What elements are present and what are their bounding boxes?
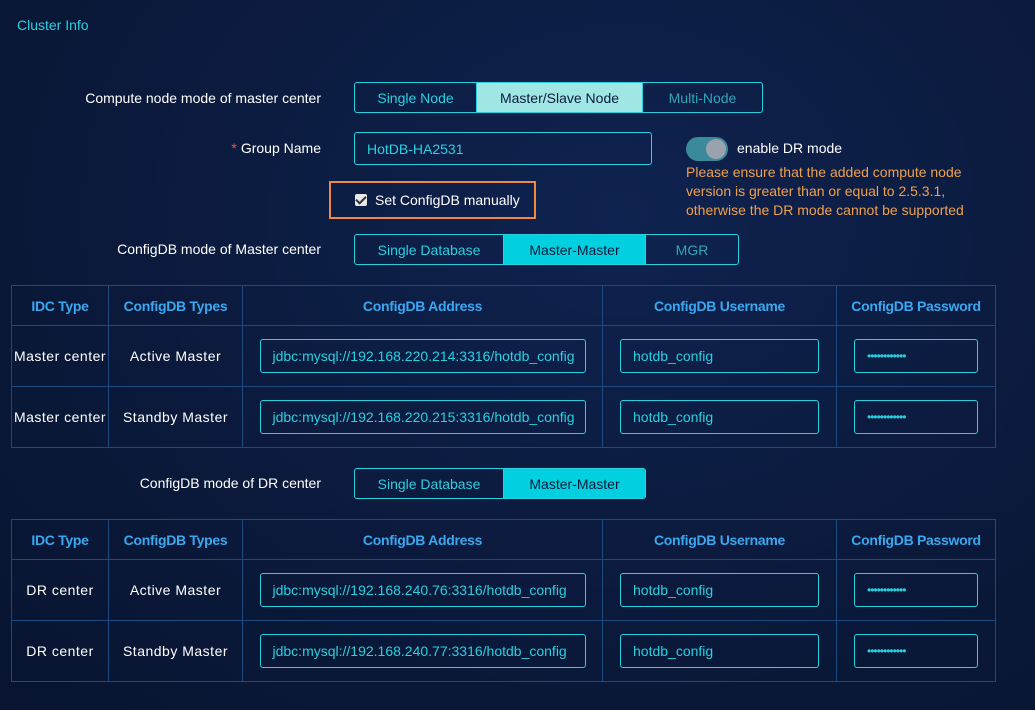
username-cell: hotdb_config <box>602 559 837 621</box>
configdb-password-input[interactable]: •••••••••••• <box>854 634 978 668</box>
compute-mode-single-node[interactable]: Single Node <box>355 83 477 112</box>
password-cell: •••••••••••• <box>836 620 996 682</box>
dr-configdb-single-database[interactable]: Single Database <box>355 469 504 498</box>
header-idc-type: IDC Type <box>11 285 109 326</box>
header-configdb-types: ConfigDB Types <box>108 285 243 326</box>
dr-mode-toggle[interactable] <box>686 137 728 161</box>
configdb-type-cell: Standby Master <box>108 620 243 682</box>
dr-configdb-table: IDC Type ConfigDB Types ConfigDB Address… <box>11 519 996 682</box>
configdb-username-input[interactable]: hotdb_config <box>620 573 819 607</box>
master-configdb-mode-label: ConfigDB mode of Master center <box>117 241 321 257</box>
master-configdb-table: IDC Type ConfigDB Types ConfigDB Address… <box>11 285 996 448</box>
header-configdb-address: ConfigDB Address <box>242 519 603 560</box>
header-configdb-password: ConfigDB Password <box>836 519 996 560</box>
configdb-address-input[interactable]: jdbc:mysql://192.168.220.214:3316/hotdb_… <box>259 339 586 373</box>
set-configdb-label: Set ConfigDB manually <box>375 192 520 208</box>
dr-mode-warning: Please ensure that the added compute nod… <box>686 164 964 218</box>
set-configdb-checkbox[interactable] <box>355 194 367 206</box>
header-configdb-address: ConfigDB Address <box>242 285 603 326</box>
table-header-row: IDC Type ConfigDB Types ConfigDB Address… <box>11 285 996 326</box>
username-cell: hotdb_config <box>602 386 837 448</box>
password-cell: •••••••••••• <box>836 386 996 448</box>
dr-configdb-master-master[interactable]: Master-Master <box>504 469 645 498</box>
master-configdb-single-database[interactable]: Single Database <box>355 235 504 264</box>
header-idc-type: IDC Type <box>11 519 109 560</box>
compute-mode-selector: Single Node Master/Slave Node Multi-Node <box>354 82 763 113</box>
configdb-type-cell: Active Master <box>108 559 243 621</box>
header-configdb-password: ConfigDB Password <box>836 285 996 326</box>
toggle-knob <box>706 139 726 159</box>
master-configdb-mgr[interactable]: MGR <box>646 235 738 264</box>
address-cell: jdbc:mysql://192.168.220.215:3316/hotdb_… <box>242 386 603 448</box>
configdb-address-input[interactable]: jdbc:mysql://192.168.240.77:3316/hotdb_c… <box>259 634 586 668</box>
configdb-address-input[interactable]: jdbc:mysql://192.168.220.215:3316/hotdb_… <box>259 400 586 434</box>
password-cell: •••••••••••• <box>836 325 996 387</box>
password-cell: •••••••••••• <box>836 559 996 621</box>
configdb-password-input[interactable]: •••••••••••• <box>854 339 978 373</box>
table-header-row: IDC Type ConfigDB Types ConfigDB Address… <box>11 519 996 560</box>
configdb-password-input[interactable]: •••••••••••• <box>854 573 978 607</box>
compute-mode-master-slave[interactable]: Master/Slave Node <box>477 83 643 112</box>
address-cell: jdbc:mysql://192.168.220.214:3316/hotdb_… <box>242 325 603 387</box>
section-title: Cluster Info <box>17 17 89 33</box>
master-configdb-mode-selector: Single Database Master-Master MGR <box>354 234 739 265</box>
configdb-username-input[interactable]: hotdb_config <box>620 339 819 373</box>
configdb-username-input[interactable]: hotdb_config <box>620 634 819 668</box>
header-configdb-types: ConfigDB Types <box>108 519 243 560</box>
group-name-label-text: Group Name <box>240 140 321 156</box>
table-row: DR center Active Master jdbc:mysql://192… <box>11 559 996 621</box>
master-configdb-master-master[interactable]: Master-Master <box>504 235 646 264</box>
header-configdb-username: ConfigDB Username <box>602 519 837 560</box>
group-name-input[interactable]: HotDB-HA2531 <box>354 132 652 165</box>
dr-mode-label: enable DR mode <box>737 140 843 156</box>
table-row: DR center Standby Master jdbc:mysql://19… <box>11 620 996 682</box>
compute-mode-multi-node[interactable]: Multi-Node <box>643 83 762 112</box>
configdb-password-input[interactable]: •••••••••••• <box>854 400 978 434</box>
required-mark: * <box>231 140 237 156</box>
configdb-address-input[interactable]: jdbc:mysql://192.168.240.76:3316/hotdb_c… <box>259 573 586 607</box>
dr-configdb-mode-label: ConfigDB mode of DR center <box>139 475 321 491</box>
configdb-type-cell: Standby Master <box>108 386 243 448</box>
group-name-label: * Group Name <box>100 140 321 156</box>
username-cell: hotdb_config <box>602 325 837 387</box>
set-configdb-highlight: Set ConfigDB manually <box>329 181 536 219</box>
configdb-username-input[interactable]: hotdb_config <box>620 400 819 434</box>
table-row: Master center Standby Master jdbc:mysql:… <box>11 386 996 448</box>
idc-type-cell: DR center <box>11 620 109 682</box>
idc-type-cell: DR center <box>11 559 109 621</box>
idc-type-cell: Master center <box>11 386 109 448</box>
table-row: Master center Active Master jdbc:mysql:/… <box>11 325 996 387</box>
username-cell: hotdb_config <box>602 620 837 682</box>
idc-type-cell: Master center <box>11 325 109 387</box>
address-cell: jdbc:mysql://192.168.240.77:3316/hotdb_c… <box>242 620 603 682</box>
compute-mode-label: Compute node mode of master center <box>85 90 321 106</box>
address-cell: jdbc:mysql://192.168.240.76:3316/hotdb_c… <box>242 559 603 621</box>
configdb-type-cell: Active Master <box>108 325 243 387</box>
dr-configdb-mode-selector: Single Database Master-Master <box>354 468 646 499</box>
header-configdb-username: ConfigDB Username <box>602 285 837 326</box>
